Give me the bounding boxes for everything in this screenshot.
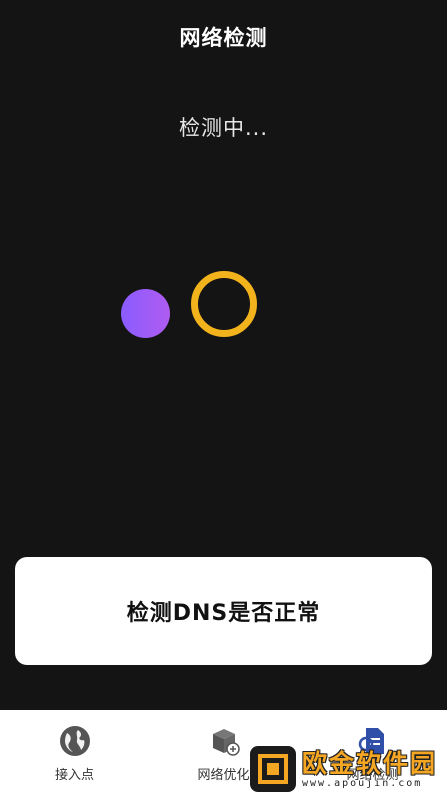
loading-ring [191, 271, 257, 337]
loading-dot [121, 289, 170, 338]
network-box-icon [212, 729, 240, 756]
tab-network-optimize-label: 网络优化 [197, 768, 250, 783]
tab-access-point-label: 接入点 [54, 768, 94, 783]
watermark-url: www.apoujin.com [302, 777, 423, 789]
watermark: 欧金软件园 www.apoujin.com [250, 745, 440, 793]
detection-message: 检测DNS是否正常 [126, 601, 321, 626]
status-text: 检测中... [178, 116, 269, 140]
globe-icon [59, 726, 90, 756]
detection-card: 检测DNS是否正常 [15, 557, 432, 665]
watermark-title: 欧金软件园 [302, 748, 438, 778]
watermark-logo-icon [258, 754, 288, 784]
page-title: 网络检测 [179, 26, 268, 50]
watermark-text: 欧金软件园 www.apoujin.com [302, 748, 438, 789]
tab-access-point[interactable]: 接入点 [0, 710, 149, 797]
watermark-logo [250, 746, 296, 792]
